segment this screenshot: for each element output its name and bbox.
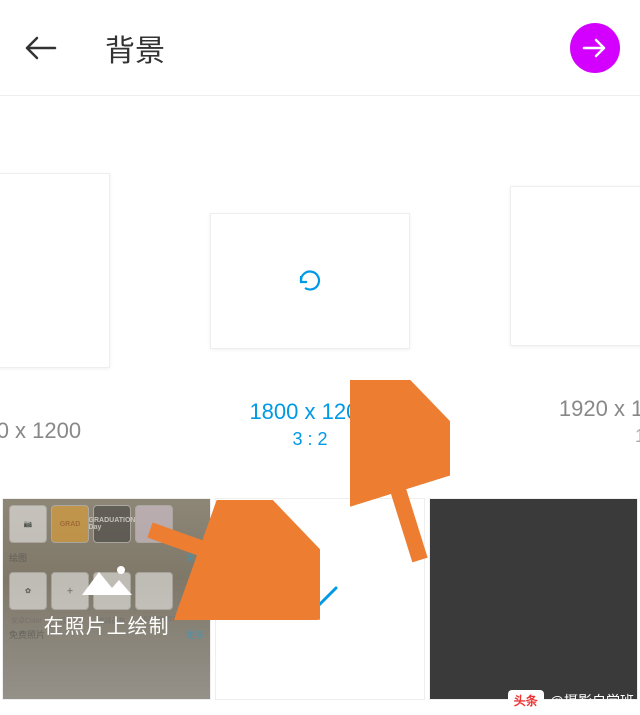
mini-section-free: 免费照片 (9, 628, 45, 641)
watermark: 头条 @摄影自学班 (508, 690, 634, 711)
canvas-option-16-9[interactable]: 1920 x 1080 16 : 9 (510, 156, 640, 447)
header: 背景 (0, 0, 640, 96)
canvas-size-carousel[interactable]: 1600 x 1200 4 : 3 1800 x 1200 3 : 2 1920… (0, 96, 640, 466)
canvas-ratio-label: 3 : 2 (292, 429, 327, 450)
mini-more: 更多 (186, 628, 204, 641)
canvas-ratio-label: 16 : 9 (635, 426, 640, 447)
rotate-icon (295, 266, 325, 296)
mini-label: 安卓Color (11, 616, 42, 626)
background-source-row: 📷 GRAD GRADUATION Day 绘图更多 ✿ ＋ ▭ 安卓Color… (0, 498, 640, 700)
mini-more: 更多 (186, 551, 204, 564)
canvas-option-3-2[interactable]: 1800 x 1200 3 : 2 (210, 153, 410, 450)
canvas-preview (510, 186, 640, 346)
mini-camera-icon: 📷 (9, 505, 47, 543)
blank-canvas-option[interactable] (215, 498, 424, 700)
checkmark-icon (300, 584, 340, 614)
canvas-dim-label: 1600 x 1200 (0, 418, 81, 444)
mini-grad-thumb: GRAD (51, 505, 89, 543)
mini-section-draw: 绘图 (9, 551, 27, 564)
next-button[interactable] (570, 23, 620, 73)
watermark-badge: 头条 (508, 690, 544, 711)
canvas-preview (0, 173, 110, 368)
canvas-dim-label: 1920 x 1080 (559, 396, 640, 422)
mini-color-thumb: ✿ (9, 572, 47, 610)
watermark-text: @摄影自学班 (550, 691, 634, 711)
image-mountain-icon (77, 560, 137, 600)
canvas-option-4-3[interactable]: 1600 x 1200 4 : 3 (0, 133, 110, 469)
back-button[interactable] (20, 28, 60, 68)
back-arrow-icon (23, 34, 57, 62)
draw-on-photo-label: 在照片上绘制 (44, 610, 170, 639)
canvas-preview-selected (210, 213, 410, 349)
mini-gradday-thumb: GRADUATION Day (93, 505, 131, 543)
dark-canvas-option[interactable] (429, 498, 638, 700)
page-title: 背景 (105, 26, 165, 70)
draw-on-photo-option[interactable]: 📷 GRAD GRADUATION Day 绘图更多 ✿ ＋ ▭ 安卓Color… (2, 498, 211, 700)
canvas-dim-label: 1800 x 1200 (249, 399, 370, 425)
forward-arrow-icon (582, 37, 608, 59)
mini-flower-thumb (135, 505, 173, 543)
